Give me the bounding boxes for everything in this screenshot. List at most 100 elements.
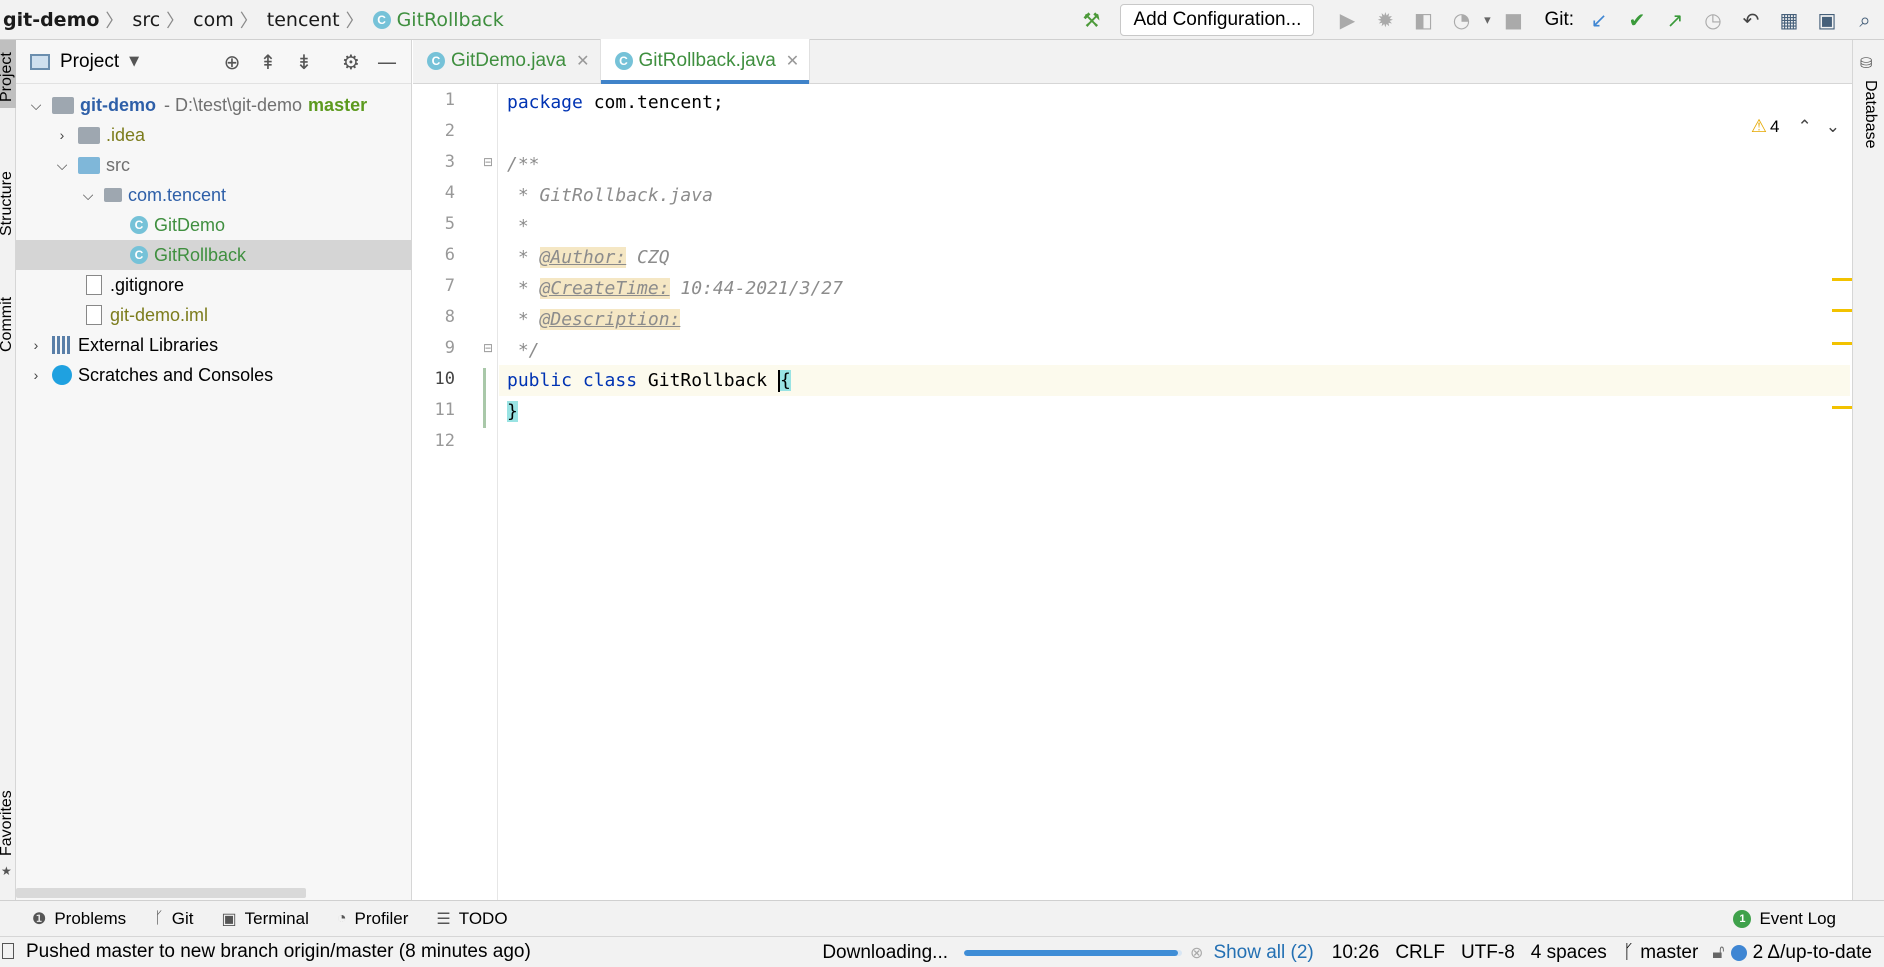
project-structure-icon[interactable]: ▦ (1775, 6, 1803, 34)
tool-window-event-log[interactable]: 1 Event Log (1733, 901, 1836, 937)
breadcrumb-tencent[interactable]: tencent (267, 9, 340, 31)
project-tool-window: Project ▼ ⊕ ⇞ ⇟ ⚙ — ⌵ git-demo - D:\test… (16, 40, 412, 900)
close-icon[interactable]: ✕ (786, 51, 799, 71)
module-file-icon (86, 305, 102, 325)
tree-item-iml[interactable]: git-demo.iml (16, 300, 411, 330)
chevron-down-icon[interactable]: ▾ (1480, 6, 1494, 34)
file-encoding[interactable]: UTF-8 (1461, 942, 1515, 964)
build-hammer-icon[interactable]: ⚒ (1077, 6, 1105, 34)
run-anything-icon[interactable]: ▣ (1813, 6, 1841, 34)
close-icon[interactable]: ✕ (576, 51, 589, 71)
debug-icon[interactable]: ✹ (1371, 6, 1399, 34)
tree-item-gitdemo[interactable]: C GitDemo (16, 210, 411, 240)
chevron-down-icon[interactable]: ⌵ (54, 157, 70, 174)
line-separator[interactable]: CRLF (1395, 942, 1445, 964)
horizontal-scrollbar[interactable] (16, 888, 306, 898)
tool-window-profiler-label: Profiler (354, 908, 409, 928)
breadcrumb-com[interactable]: com (193, 9, 234, 31)
warning-stripe-marker[interactable] (1832, 278, 1852, 281)
git-update-icon[interactable]: ↙ (1585, 6, 1613, 34)
keyword: public (507, 370, 573, 391)
tree-item-scratches[interactable]: › Scratches and Consoles (16, 360, 411, 390)
caret-position[interactable]: 10:26 (1332, 942, 1380, 964)
tree-item-gitrollback-label: GitRollback (154, 244, 247, 265)
chevron-down-icon[interactable]: ▼ (129, 54, 139, 69)
previous-highlight-icon[interactable]: ⌃ (1798, 117, 1812, 137)
chevron-down-icon[interactable]: ⌵ (28, 97, 44, 114)
inspection-widget[interactable]: ⚠ 4 ⌃ ⌄ (1751, 116, 1840, 137)
git-push-icon[interactable]: ↗ (1661, 6, 1689, 34)
expand-all-icon[interactable]: ⇞ (253, 47, 283, 77)
vcs-status[interactable]: 2 Δ/up-to-date (1753, 942, 1872, 964)
breadcrumb-src[interactable]: src (132, 9, 160, 31)
project-panel-title[interactable]: Project (60, 51, 119, 73)
show-all-tasks-link[interactable]: Show all (2) (1213, 942, 1313, 964)
line-number: 12 (434, 431, 455, 451)
breadcrumb-project[interactable]: git-demo (3, 9, 99, 31)
breadcrumb-separator: 〉 (166, 10, 185, 32)
status-message[interactable]: Pushed master to new branch origin/maste… (26, 941, 531, 963)
warning-stripe-marker[interactable] (1832, 309, 1852, 312)
git-toolbar-label: Git: (1544, 9, 1574, 30)
left-tool-stripe: Project Structure Commit Favorites ★ (0, 40, 16, 900)
tree-item-external-libraries[interactable]: › External Libraries (16, 330, 411, 360)
stripe-database-label[interactable]: Database (1861, 80, 1879, 149)
toggle-tool-windows-icon[interactable] (2, 943, 14, 959)
warning-stripe-marker[interactable] (1832, 406, 1852, 409)
navigation-bar: git-demo 〉 src 〉 com 〉 tencent 〉 C GitRo… (0, 0, 1884, 40)
hide-panel-icon[interactable]: — (372, 47, 402, 77)
stripe-commit-label[interactable]: Commit (0, 297, 16, 352)
chevron-right-icon[interactable]: › (28, 367, 44, 383)
code-editor[interactable]: package com.tencent; /** * GitRollback.j… (499, 84, 1852, 900)
tree-item-src[interactable]: ⌵ src (16, 150, 411, 180)
tree-root[interactable]: ⌵ git-demo - D:\test\git-demo master (16, 90, 411, 120)
tree-item-gitrollback[interactable]: C GitRollback (16, 240, 411, 270)
gear-icon[interactable]: ⚙ (336, 47, 366, 77)
tool-window-profiler[interactable]: ◔ Profiler (337, 909, 409, 929)
coverage-icon[interactable]: ◧ (1409, 6, 1437, 34)
library-icon (52, 336, 70, 354)
doc-tag: @CreateTime: (539, 278, 670, 299)
line-number-gutter[interactable]: 1 2 3 4 5 6 7 8 9 10 11 12 ⊟ ⊟ (413, 84, 498, 900)
run-icon[interactable]: ▶ (1333, 6, 1361, 34)
history-icon[interactable]: ◷ (1699, 6, 1727, 34)
search-everywhere-icon[interactable]: ⌕ (1851, 6, 1879, 34)
add-configuration-button[interactable]: Add Configuration... (1120, 4, 1315, 36)
tree-item-package[interactable]: ⌵ com.tencent (16, 180, 411, 210)
git-branch-widget[interactable]: ᚴ master (1623, 942, 1698, 964)
stripe-structure-label[interactable]: Structure (0, 171, 16, 236)
profile-icon[interactable]: ◔ (1447, 6, 1475, 34)
cancel-task-icon[interactable]: ⊗ (1190, 943, 1203, 963)
chevron-right-icon[interactable]: › (28, 337, 44, 353)
tool-window-git-label: Git (171, 908, 194, 928)
project-panel-actions: ⊕ ⇞ ⇟ ⚙ — (214, 40, 405, 84)
keyword: package (507, 92, 583, 113)
rollback-icon[interactable]: ↶ (1737, 6, 1765, 34)
collapse-all-icon[interactable]: ⇟ (289, 47, 319, 77)
tree-item-gitdemo-label: GitDemo (154, 214, 226, 235)
fold-icon[interactable]: ⊟ (483, 341, 493, 355)
git-commit-icon[interactable]: ✔ (1623, 6, 1651, 34)
chevron-down-icon[interactable]: ⌵ (80, 187, 96, 204)
select-opened-file-icon[interactable]: ⊕ (217, 47, 247, 77)
stripe-project-label[interactable]: Project (0, 52, 16, 102)
lock-icon[interactable]: 🔓︎ (1712, 942, 1724, 964)
scratches-icon (52, 365, 72, 385)
tool-window-git[interactable]: ᚴ Git (154, 909, 193, 929)
tree-item-idea[interactable]: › .idea (16, 120, 411, 150)
chevron-right-icon[interactable]: › (54, 127, 70, 143)
indent-setting[interactable]: 4 spaces (1531, 942, 1607, 964)
tool-window-terminal[interactable]: ▣ Terminal (222, 909, 309, 929)
stop-icon[interactable]: ■ (1499, 6, 1527, 34)
tab-gitrollback[interactable]: C GitRollback.java ✕ (600, 39, 811, 84)
breadcrumb-class[interactable]: C GitRollback (372, 9, 504, 31)
tool-window-todo[interactable]: ☰ TODO (436, 909, 507, 929)
stripe-favorites-label[interactable]: Favorites (0, 790, 16, 856)
vcs-change-marker[interactable] (483, 368, 486, 428)
tab-gitdemo[interactable]: C GitDemo.java ✕ (413, 39, 601, 83)
next-highlight-icon[interactable]: ⌄ (1826, 117, 1840, 137)
tree-item-gitignore[interactable]: .gitignore (16, 270, 411, 300)
warning-stripe-marker[interactable] (1832, 342, 1852, 345)
tool-window-problems[interactable]: ❶ Problems (32, 909, 126, 929)
fold-icon[interactable]: ⊟ (483, 155, 493, 169)
